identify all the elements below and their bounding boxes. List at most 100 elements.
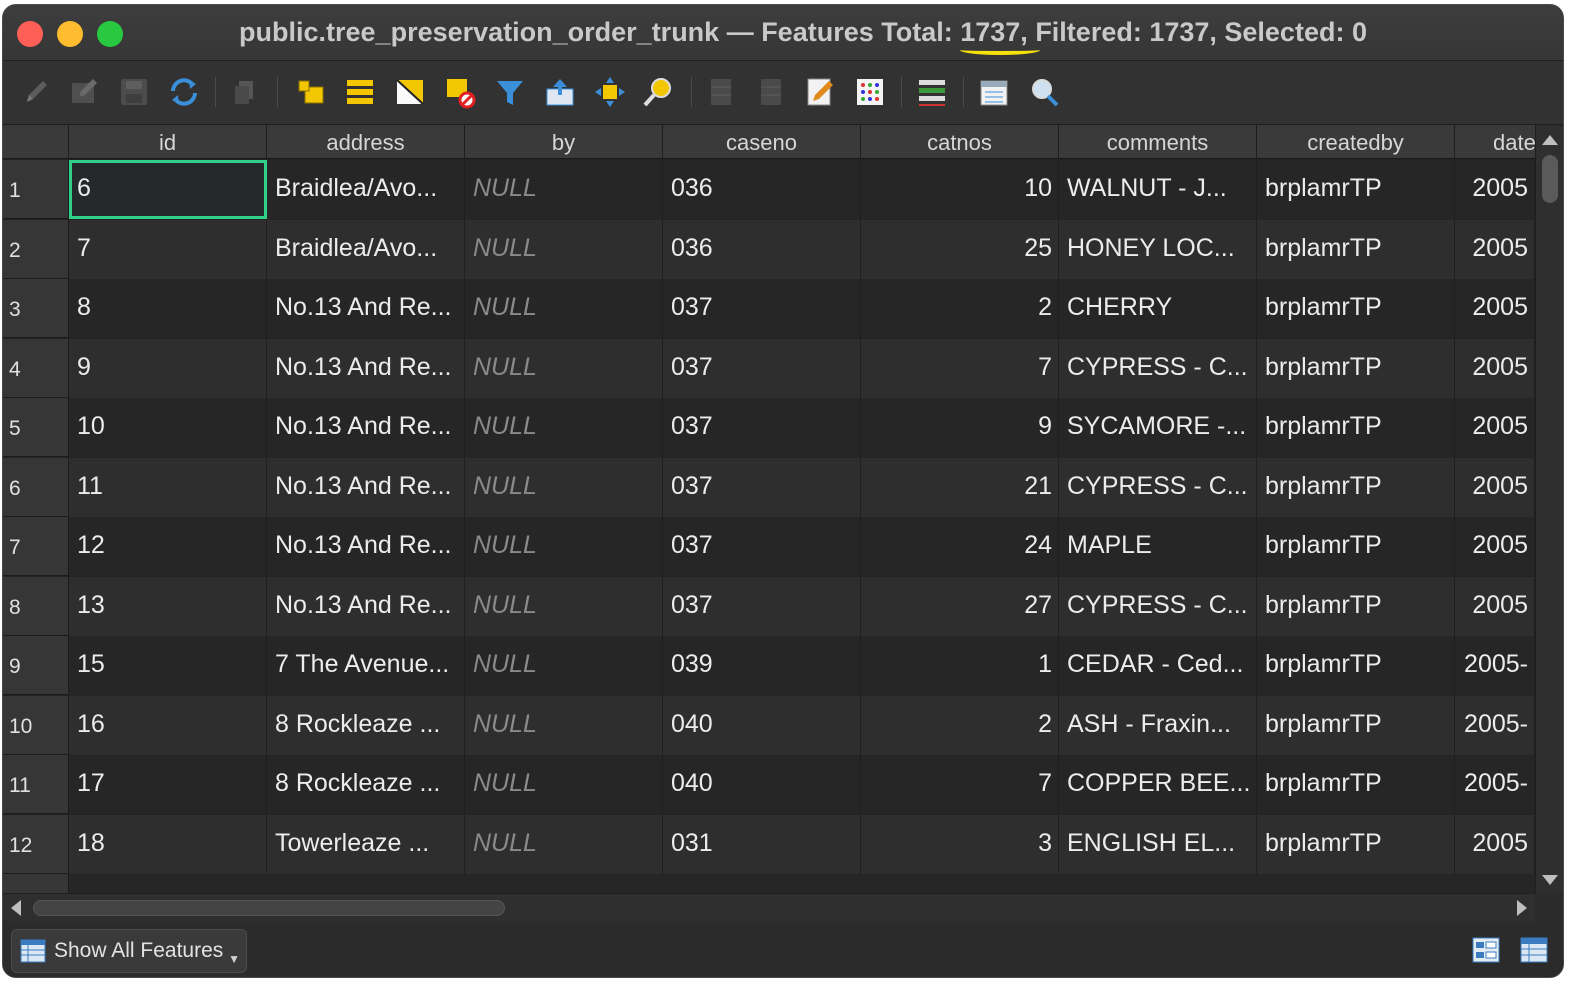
form-view-icon[interactable] <box>1471 935 1501 965</box>
cell-caseno[interactable]: 040 <box>663 695 861 755</box>
cell-catnos[interactable]: 10 <box>861 160 1059 219</box>
cell-by[interactable]: NULL <box>465 160 663 219</box>
cell-date[interactable]: 2005- <box>1455 695 1535 755</box>
cell-createdby[interactable]: brplamrTP <box>1257 755 1455 814</box>
cell-id[interactable]: 6 <box>69 160 267 219</box>
row-number[interactable]: 5 <box>3 398 69 457</box>
attribute-table[interactable]: id address by caseno catnos comments cre… <box>3 125 1535 893</box>
dock-icon[interactable] <box>915 75 949 109</box>
cell-comments[interactable]: CEDAR - Ced... <box>1059 636 1257 695</box>
pan-to-selection-icon[interactable] <box>593 75 627 109</box>
cell-address[interactable]: No.13 And Re... <box>267 517 465 576</box>
corner-cell[interactable] <box>3 125 69 159</box>
scroll-right-arrow[interactable] <box>1517 900 1527 916</box>
row-number[interactable]: 12 <box>3 814 69 874</box>
cell-comments[interactable]: WALNUT - J... <box>1059 160 1257 219</box>
cell-id[interactable]: 15 <box>69 636 267 695</box>
cell-comments[interactable]: CHERRY <box>1059 279 1257 338</box>
cell-comments[interactable]: MAPLE <box>1059 517 1257 576</box>
cell-createdby[interactable]: brplamrTP <box>1257 695 1455 755</box>
add-feature-icon[interactable] <box>295 75 329 109</box>
cell-id[interactable]: 18 <box>69 814 267 874</box>
vertical-scroll-thumb[interactable] <box>1542 155 1558 203</box>
cell-address[interactable]: Towerleaze ... <box>267 814 465 874</box>
cell-by[interactable]: NULL <box>465 219 663 279</box>
cell-address[interactable]: Braidlea/Avo... <box>267 160 465 219</box>
cell-by[interactable]: NULL <box>465 398 663 457</box>
row-number[interactable]: 4 <box>3 338 69 398</box>
cell-comments[interactable]: ASH - Fraxin... <box>1059 695 1257 755</box>
cell-catnos[interactable]: 27 <box>861 576 1059 636</box>
table-row[interactable]: 1 6 Braidlea/Avo... NULL 036 10 WALNUT - J... b… <box>3 160 1535 219</box>
row-number[interactable]: 7 <box>3 517 69 576</box>
table-row[interactable]: 4 9 No.13 And Re... NULL 037 7 CYPRESS - C... b… <box>3 338 1535 398</box>
cell-catnos[interactable]: 1 <box>861 636 1059 695</box>
cell-date[interactable]: 2005 <box>1455 398 1535 457</box>
column-header-id[interactable]: id <box>69 125 267 159</box>
cell-caseno[interactable]: 039 <box>663 636 861 695</box>
zoom-to-selection-icon[interactable] <box>641 75 675 109</box>
cell-catnos[interactable]: 2 <box>861 279 1059 338</box>
pencil-icon[interactable] <box>19 75 53 109</box>
scroll-up-arrow[interactable] <box>1542 135 1558 145</box>
cell-address[interactable]: No.13 And Re... <box>267 457 465 517</box>
column-header-date[interactable]: date <box>1455 125 1535 159</box>
cell-date[interactable]: 2005- <box>1455 636 1535 695</box>
cell-comments[interactable]: CYPRESS - C... <box>1059 457 1257 517</box>
cell-createdby[interactable]: brplamrTP <box>1257 338 1455 398</box>
column-header-caseno[interactable]: caseno <box>663 125 861 159</box>
cell-catnos[interactable]: 24 <box>861 517 1059 576</box>
column-header-catnos[interactable]: catnos <box>861 125 1059 159</box>
cell-comments[interactable]: HONEY LOC... <box>1059 219 1257 279</box>
cell-id[interactable]: 17 <box>69 755 267 814</box>
cell-createdby[interactable]: brplamrTP <box>1257 576 1455 636</box>
row-number[interactable]: 6 <box>3 457 69 517</box>
cell-id[interactable]: 16 <box>69 695 267 755</box>
cell-date[interactable]: 2005 <box>1455 160 1535 219</box>
cell-by[interactable]: NULL <box>465 457 663 517</box>
cell-address[interactable]: No.13 And Re... <box>267 398 465 457</box>
cell-createdby[interactable]: brplamrTP <box>1257 814 1455 874</box>
cell-caseno[interactable]: 037 <box>663 457 861 517</box>
table-row[interactable]: 11 17 8 Rockleaze ... NULL 040 7 COPPER BEE...… <box>3 755 1535 814</box>
cell-caseno[interactable]: 031 <box>663 814 861 874</box>
cell-catnos[interactable]: 21 <box>861 457 1059 517</box>
row-number[interactable]: 3 <box>3 279 69 338</box>
row-number[interactable]: 10 <box>3 695 69 755</box>
cell-address[interactable]: No.13 And Re... <box>267 279 465 338</box>
cell-id[interactable]: 7 <box>69 219 267 279</box>
select-all-icon[interactable] <box>343 75 377 109</box>
table-row[interactable]: 12 18 Towerleaze ... NULL 031 3 ENGLISH EL... b… <box>3 814 1535 874</box>
cell-date[interactable]: 2005 <box>1455 279 1535 338</box>
copy-icon[interactable] <box>229 75 263 109</box>
cell-createdby[interactable]: brplamrTP <box>1257 279 1455 338</box>
reload-icon[interactable] <box>167 75 201 109</box>
move-selection-top-icon[interactable] <box>543 75 577 109</box>
cell-date[interactable]: 2005 <box>1455 219 1535 279</box>
table-view-icon[interactable] <box>1519 935 1549 965</box>
table-row[interactable]: 9 15 7 The Avenue... NULL 039 1 CEDAR - Ced...… <box>3 636 1535 695</box>
title-bar[interactable]: public.tree_preservation_order_trunk — F… <box>3 5 1563 61</box>
cell-date[interactable]: 2005- <box>1455 755 1535 814</box>
field-calculator-icon[interactable] <box>803 75 837 109</box>
cell-id[interactable]: 13 <box>69 576 267 636</box>
column-header-address[interactable]: address <box>267 125 465 159</box>
cell-comments[interactable]: CYPRESS - C... <box>1059 576 1257 636</box>
cell-id[interactable]: 10 <box>69 398 267 457</box>
table-row[interactable]: 3 8 No.13 And Re... NULL 037 2 CHERRY brplamrTP… <box>3 279 1535 338</box>
cell-createdby[interactable]: brplamrTP <box>1257 219 1455 279</box>
cell-id[interactable]: 9 <box>69 338 267 398</box>
table-row-partial[interactable] <box>3 874 1535 893</box>
cell-date[interactable]: 2005 <box>1455 517 1535 576</box>
cell-caseno[interactable]: 040 <box>663 755 861 814</box>
table-row[interactable]: 2 7 Braidlea/Avo... NULL 036 25 HONEY LOC... br… <box>3 219 1535 279</box>
column-header-by[interactable]: by <box>465 125 663 159</box>
cell-by[interactable]: NULL <box>465 695 663 755</box>
scroll-left-arrow[interactable] <box>11 900 21 916</box>
horizontal-scrollbar[interactable] <box>3 893 1535 921</box>
cell-comments[interactable]: ENGLISH EL... <box>1059 814 1257 874</box>
table-row[interactable]: 8 13 No.13 And Re... NULL 037 27 CYPRESS - C..… <box>3 576 1535 636</box>
cell-address[interactable]: No.13 And Re... <box>267 338 465 398</box>
cell-id[interactable]: 8 <box>69 279 267 338</box>
cell-caseno[interactable]: 036 <box>663 219 861 279</box>
